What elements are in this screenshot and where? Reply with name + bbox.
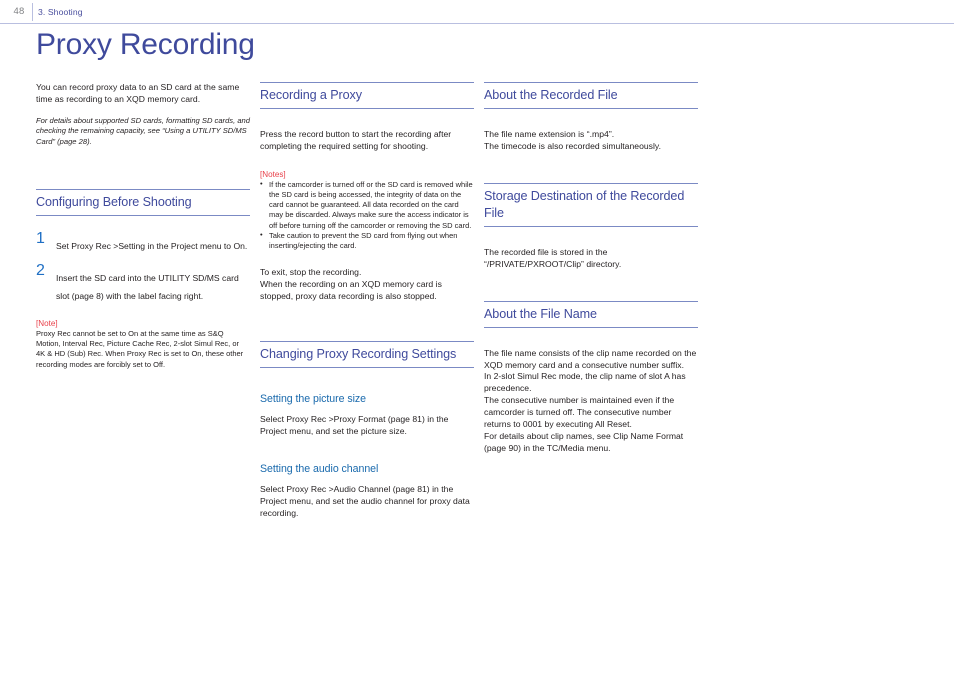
intro-paragraph: You can record proxy data to an SD card … bbox=[36, 82, 240, 104]
step-text: Set Proxy Rec >Setting in the Project me… bbox=[56, 241, 248, 252]
notes-bullet-list: If the camcorder is turned off or the SD… bbox=[260, 179, 474, 251]
heading-configuring-before-shooting: Configuring Before Shooting bbox=[36, 189, 250, 217]
picture-size-body: Select Proxy Rec >Proxy Format (page 81)… bbox=[260, 413, 449, 436]
subheading-setting-the-picture-size: Setting the picture size bbox=[260, 392, 366, 405]
step-number: 2 bbox=[36, 262, 45, 280]
column-one: You can record proxy data to an SD card … bbox=[36, 82, 250, 370]
heading-about-the-file-name: About the File Name bbox=[484, 300, 698, 328]
running-header: 48 3. Shooting bbox=[0, 0, 954, 24]
audio-channel-body: Select Proxy Rec >Audio Channel (page 81… bbox=[260, 483, 470, 518]
page-title: Proxy Recording bbox=[36, 28, 255, 61]
file-name-body: The file name consists of the clip name … bbox=[484, 347, 697, 453]
step-number: 1 bbox=[36, 230, 45, 248]
note-body: Proxy Rec cannot be set to On at the sam… bbox=[36, 329, 244, 369]
heading-changing-proxy-recording-settings: Changing Proxy Recording Settings bbox=[260, 340, 474, 368]
intro-reference-note: For details about supported SD cards, fo… bbox=[36, 115, 250, 146]
step-text: Insert the SD card into the UTILITY SD/M… bbox=[56, 273, 239, 302]
column-three: About the Recorded File The file name ex… bbox=[484, 82, 698, 455]
list-item: Take caution to prevent the SD card from… bbox=[260, 230, 474, 251]
exit-paragraph: To exit, stop the recording. When the re… bbox=[260, 267, 442, 302]
storage-destination-body: The recorded file is stored in the “/PRI… bbox=[484, 246, 622, 269]
recorded-file-body: The file name extension is “.mp4”. The t… bbox=[484, 129, 661, 151]
heading-storage-destination: Storage Destination of the Recorded File bbox=[484, 182, 698, 227]
header-divider bbox=[32, 3, 33, 21]
heading-recording-a-proxy: Recording a Proxy bbox=[260, 82, 474, 109]
subheading-setting-the-audio-channel: Setting the audio channel bbox=[260, 462, 379, 475]
note-label: [Note] bbox=[36, 319, 58, 329]
step-item-2: 2 Insert the SD card into the UTILITY SD… bbox=[36, 263, 250, 304]
heading-about-the-recorded-file: About the Recorded File bbox=[484, 82, 698, 109]
column-two: Recording a Proxy Press the record butto… bbox=[260, 82, 474, 519]
notes-label: [Notes] bbox=[260, 169, 286, 179]
list-item: If the camcorder is turned off or the SD… bbox=[260, 179, 474, 231]
chapter-label: 3. Shooting bbox=[38, 7, 83, 17]
page-number: 48 bbox=[13, 6, 25, 17]
step-item-1: 1 Set Proxy Rec >Setting in the Project … bbox=[36, 231, 250, 254]
recording-paragraph: Press the record button to start the rec… bbox=[260, 129, 452, 151]
